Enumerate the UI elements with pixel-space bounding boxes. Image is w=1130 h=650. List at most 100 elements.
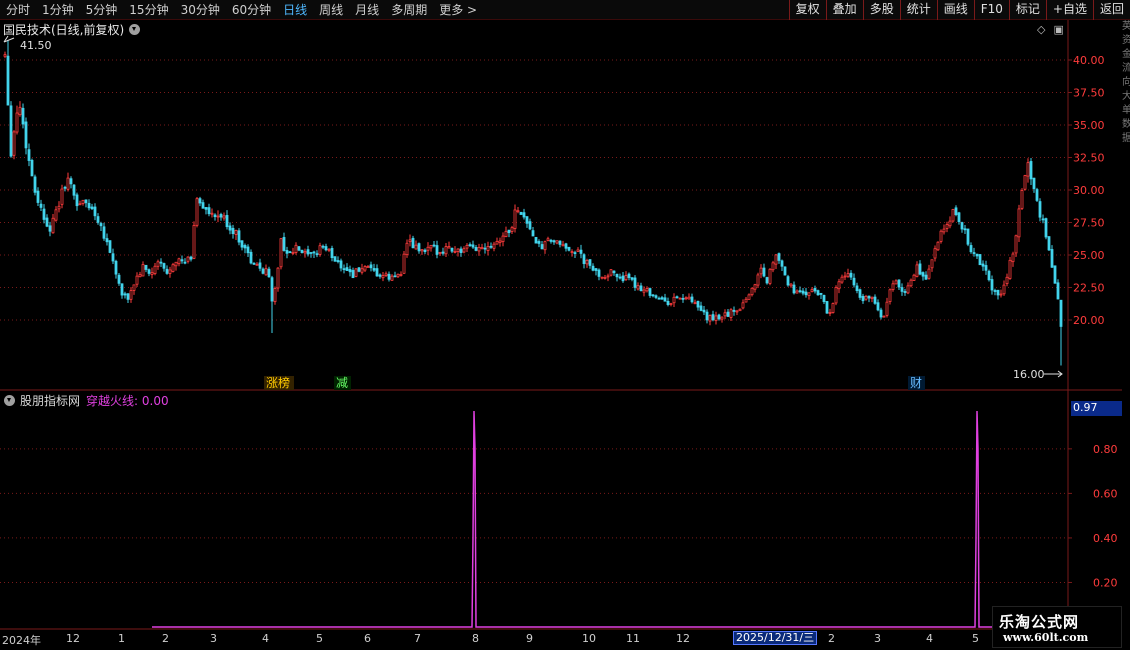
candle-body — [441, 251, 445, 254]
candle-body — [1032, 177, 1036, 190]
candle-body — [423, 249, 427, 253]
candle-body — [297, 246, 301, 251]
candle-body — [654, 295, 658, 298]
candle-body — [594, 268, 598, 271]
candle-body — [825, 301, 829, 314]
candle-body — [948, 220, 952, 227]
candle-body — [846, 273, 850, 277]
kline-chart[interactable]: 40.00 37.50 35.00 32.50 30.00 27.50 25.00 22.50… — [0, 0, 1130, 650]
candle-body — [201, 202, 205, 209]
candle-body — [24, 121, 28, 149]
candle-body — [1053, 265, 1057, 284]
date-axis-label: 2024年 — [2, 634, 41, 647]
candle-body — [192, 225, 196, 259]
candle-body — [816, 290, 820, 296]
candle-body — [366, 266, 370, 268]
candle-body — [150, 272, 154, 275]
candle-body — [840, 276, 844, 283]
candle-body — [663, 297, 667, 302]
candle-body — [78, 203, 82, 206]
candle-body — [534, 236, 538, 244]
candle-body — [1023, 175, 1027, 190]
candle-body — [789, 283, 793, 287]
price-tick-label: 35.00 — [1073, 119, 1105, 132]
candle-body — [912, 274, 916, 281]
candle-body — [660, 297, 664, 300]
date-axis-label: 3 — [210, 632, 217, 645]
candle-body — [684, 297, 688, 300]
candle-body — [762, 267, 766, 277]
candle-body — [273, 288, 277, 303]
candle-body — [93, 206, 97, 217]
candle-body — [399, 274, 403, 276]
candle-body — [744, 298, 748, 303]
candle-body — [144, 264, 148, 270]
candle-body — [393, 275, 397, 278]
date-axis-label: 12 — [676, 632, 690, 645]
candle-body — [102, 226, 106, 239]
candle-body — [957, 212, 961, 223]
candle-body — [279, 238, 283, 268]
candle-body — [204, 207, 208, 210]
candle-body — [63, 186, 67, 189]
candle-body — [717, 314, 721, 320]
candle-body — [501, 235, 505, 242]
candle-body — [363, 266, 367, 271]
candle-body — [306, 249, 310, 255]
candle-body — [360, 268, 364, 273]
candle-body — [864, 295, 868, 300]
candle-body — [600, 276, 604, 279]
candle-body — [657, 297, 661, 300]
candle-body — [720, 316, 724, 320]
candle-body — [966, 228, 970, 245]
date-axis-label: 8 — [472, 632, 479, 645]
candle-body — [603, 276, 607, 279]
price-tick-label: 20.00 — [1073, 314, 1105, 327]
candle-body — [210, 212, 214, 215]
candle-body — [999, 293, 1003, 296]
candle-body — [567, 246, 571, 251]
chevron-down-icon[interactable] — [4, 394, 15, 406]
candle-body — [576, 249, 580, 252]
candle-body — [909, 279, 913, 287]
candle-body — [9, 105, 13, 157]
candle-body — [54, 209, 58, 221]
candle-body — [408, 239, 412, 243]
watermark-title: 乐淘公式网 — [999, 613, 1080, 631]
sub-chart-title-bar: 股朋指标网 穿越火线: 0.00 — [0, 392, 169, 408]
candle-body — [828, 312, 832, 314]
candle-body — [228, 225, 232, 231]
candle-body — [939, 230, 943, 242]
candle-body — [288, 251, 292, 254]
candle-body — [129, 290, 133, 300]
candle-body — [51, 217, 55, 234]
candle-body — [1005, 276, 1009, 285]
candle-body — [261, 268, 265, 274]
candle-body — [303, 250, 307, 254]
candle-body — [645, 288, 649, 292]
candle-body — [951, 209, 955, 222]
candle-body — [546, 238, 550, 241]
price-tick-label: 32.50 — [1073, 152, 1105, 165]
candle-body — [618, 276, 622, 279]
candle-body — [558, 240, 562, 245]
candle-body — [396, 273, 400, 278]
candle-body — [981, 263, 985, 267]
candle-body — [378, 274, 382, 277]
candle-body — [171, 264, 175, 272]
candle-body — [780, 260, 784, 267]
candle-body — [3, 54, 7, 57]
candle-body — [162, 263, 166, 269]
candle-body — [900, 287, 904, 292]
candle-body — [915, 264, 919, 277]
candle-body — [510, 227, 514, 232]
candle-body — [60, 188, 64, 205]
candle-body — [879, 309, 883, 318]
candle-body — [42, 208, 46, 220]
candle-body — [1017, 208, 1021, 238]
candle-body — [735, 310, 739, 313]
candle-body — [219, 214, 223, 218]
candle-body — [270, 277, 274, 302]
candle-body — [552, 240, 556, 243]
candle-body — [276, 267, 280, 289]
